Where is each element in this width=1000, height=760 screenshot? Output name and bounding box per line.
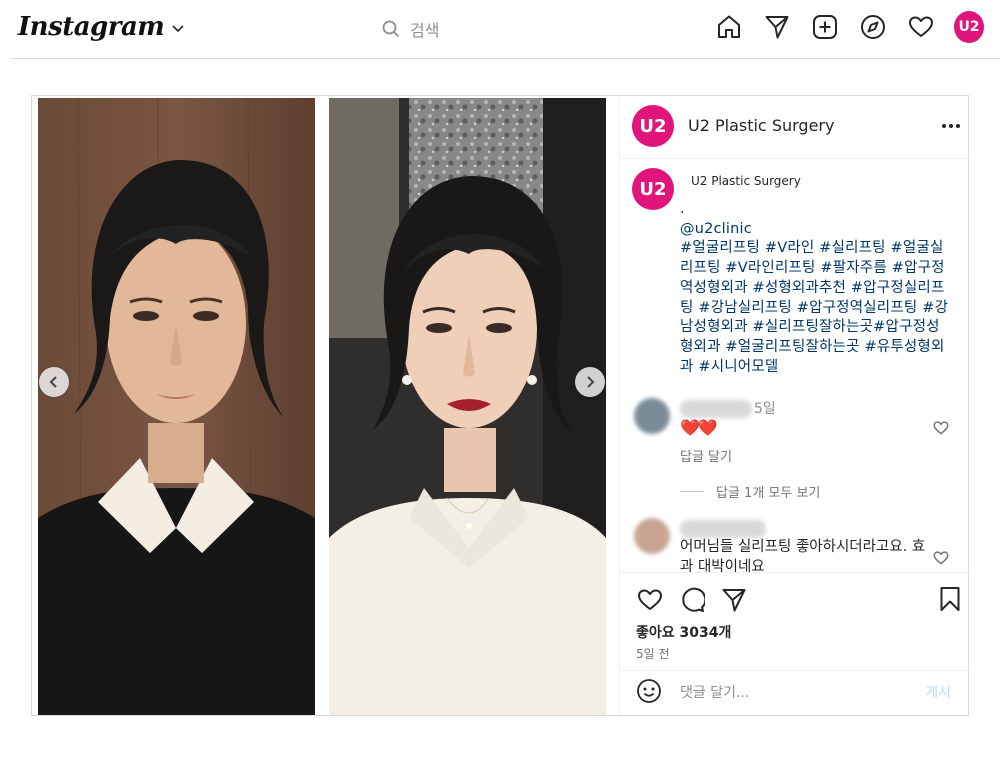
- top-navigation: Instagram 검색 U2: [0, 0, 1000, 59]
- home-icon[interactable]: [714, 12, 744, 42]
- view-replies-label[interactable]: 답글 1개 모두 보기: [716, 482, 820, 501]
- comment-like-heart-icon[interactable]: [933, 420, 949, 436]
- carousel-prev-button[interactable]: [39, 367, 69, 397]
- share-icon[interactable]: [720, 586, 748, 614]
- caption-avatar-logo[interactable]: U2: [632, 168, 674, 210]
- search-input[interactable]: 검색: [410, 17, 439, 41]
- direct-message-icon[interactable]: [762, 12, 792, 42]
- search-box[interactable]: 검색: [382, 17, 439, 41]
- carousel-next-button[interactable]: [575, 367, 605, 397]
- search-icon: [382, 20, 400, 38]
- chevron-down-icon[interactable]: [172, 25, 184, 33]
- likes-count[interactable]: 좋아요 3034개: [636, 622, 731, 642]
- post-card: U2 U2 Plastic Surgery U2 U2 Plastic Surg…: [31, 95, 969, 716]
- caption-hashtags[interactable]: #얼굴리프팅 #V라인 #실리프팅 #얼굴실리프팅 #V라인리프팅 #팔자주름 …: [680, 239, 950, 377]
- commenter-username-blurred[interactable]: [680, 400, 752, 418]
- composer-divider: [620, 670, 969, 671]
- brand-wordmark[interactable]: Instagram: [18, 12, 165, 42]
- post-header: U2 U2 Plastic Surgery: [620, 96, 969, 159]
- view-replies-line: [680, 491, 704, 492]
- post-side-panel: U2 U2 Plastic Surgery U2 U2 Plastic Surg…: [619, 96, 969, 715]
- comment-hearts: ❤️❤️: [680, 418, 718, 437]
- commenter-avatar[interactable]: [634, 398, 670, 434]
- before-photo: [38, 98, 315, 715]
- post-date[interactable]: 5일 전: [636, 645, 670, 662]
- commenter-avatar[interactable]: [634, 518, 670, 554]
- comment-input[interactable]: 댓글 달기...: [680, 682, 749, 702]
- explore-icon[interactable]: [858, 12, 888, 42]
- new-post-icon[interactable]: [810, 12, 840, 42]
- post-media: [32, 96, 618, 715]
- emoji-smile-icon[interactable]: [636, 678, 662, 708]
- comment-time: 5일: [754, 401, 776, 417]
- view-replies-button[interactable]: 답글 1개 모두 보기: [680, 482, 820, 501]
- post-comment-button[interactable]: 게시: [925, 682, 951, 702]
- post-caption: . @u2clinic #얼굴리프팅 #V라인 #실리프팅 #얼굴실리프팅 #V…: [680, 200, 950, 377]
- caption-author-name[interactable]: U2 Plastic Surgery: [691, 174, 801, 188]
- chevron-right-icon: [587, 376, 595, 388]
- author-avatar[interactable]: U2: [632, 105, 674, 147]
- actions-divider: [620, 572, 969, 573]
- profile-badge[interactable]: U2: [954, 11, 984, 43]
- caption-author-avatar[interactable]: U2: [632, 168, 674, 210]
- activity-heart-icon[interactable]: [906, 12, 936, 42]
- caption-dot: .: [680, 201, 685, 217]
- comment-bubble-icon[interactable]: [678, 586, 706, 614]
- author-avatar-logo[interactable]: U2: [632, 105, 674, 147]
- nav-icons: U2: [714, 11, 984, 43]
- like-heart-icon[interactable]: [636, 586, 664, 614]
- commenter-username-blurred[interactable]: [680, 520, 766, 538]
- instagram-logo[interactable]: Instagram: [18, 12, 184, 42]
- bookmark-icon[interactable]: [937, 586, 963, 616]
- topbar-divider: [10, 58, 1000, 59]
- after-photo: [329, 98, 606, 715]
- post-actions: [636, 586, 762, 614]
- comment-text: 어머님들 실리프팅 좋아하시더라고요. 효과 대박이네요: [680, 539, 926, 574]
- caption-mention[interactable]: @u2clinic: [680, 220, 950, 240]
- more-options-icon[interactable]: [941, 116, 961, 136]
- chevron-left-icon: [49, 376, 57, 388]
- author-name[interactable]: U2 Plastic Surgery: [688, 116, 834, 135]
- profile-avatar[interactable]: U2: [954, 11, 984, 43]
- reply-button[interactable]: 답글 달기: [680, 446, 732, 465]
- comment-like-heart-icon[interactable]: [933, 550, 949, 566]
